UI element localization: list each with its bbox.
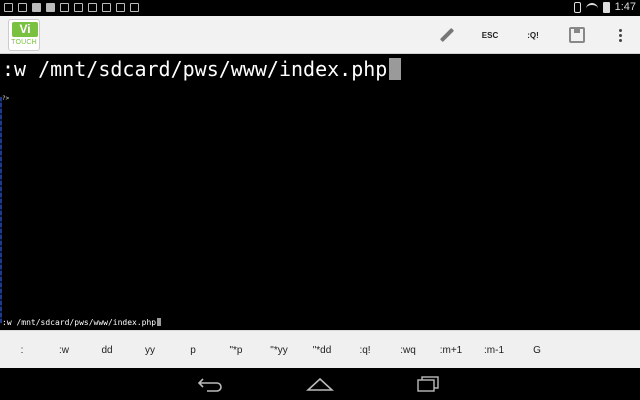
bluetooth-icon xyxy=(573,1,581,13)
recent-apps-button[interactable] xyxy=(408,372,448,396)
check-notification-icon xyxy=(116,3,125,12)
check-notification-icon xyxy=(74,3,83,12)
key-write[interactable]: :w xyxy=(44,331,84,369)
vim-status-line: :w /mnt/sdcard/pws/www/index.php xyxy=(2,318,162,328)
navigation-bar xyxy=(0,368,640,400)
force-quit-button[interactable]: :Q! xyxy=(518,16,548,54)
app-logo-text: TOUCH xyxy=(11,39,37,46)
vim-editor[interactable]: :w /mnt/sdcard/pws/www/index.php ?> :w /… xyxy=(0,55,640,330)
back-icon xyxy=(197,378,222,392)
system-status: 1:47 xyxy=(573,1,636,13)
gallery-notification-icon xyxy=(18,3,27,12)
command-input-line[interactable]: :w /mnt/sdcard/pws/www/index.php xyxy=(2,57,402,81)
key-clipboard-paste[interactable]: "*p xyxy=(216,331,256,369)
more-vertical-icon xyxy=(618,28,622,42)
status-bar: 1:47 xyxy=(0,0,640,16)
wifi-icon xyxy=(585,3,598,11)
status-cursor xyxy=(157,318,162,326)
recent-apps-icon xyxy=(417,376,439,392)
clock: 1:47 xyxy=(614,1,636,13)
photo-notification-icon xyxy=(46,3,55,12)
key-goto-end[interactable]: G xyxy=(517,331,557,369)
file-content-line: ?> xyxy=(2,95,10,102)
key-clipboard-yank[interactable]: "*yy xyxy=(259,331,299,369)
key-colon[interactable]: : xyxy=(2,331,42,369)
notification-icons xyxy=(4,3,139,12)
check-notification-icon xyxy=(102,3,111,12)
action-bar: Vi TOUCH ESC :Q! xyxy=(0,16,640,54)
shortcut-key-bar: : :w dd yy p "*p "*yy "*dd :q! :wq :m+1 … xyxy=(0,330,640,368)
esc-button[interactable]: ESC xyxy=(475,16,505,54)
key-move-down[interactable]: :m+1 xyxy=(431,331,471,369)
google-plus-notification-icon xyxy=(60,3,69,12)
overflow-menu-button[interactable] xyxy=(608,16,632,54)
status-line-text: :w /mnt/sdcard/pws/www/index.php xyxy=(2,318,157,327)
key-move-up[interactable]: :m-1 xyxy=(474,331,514,369)
home-button[interactable] xyxy=(300,372,340,396)
command-text: :w /mnt/sdcard/pws/www/index.php xyxy=(2,57,388,81)
key-paste[interactable]: p xyxy=(173,331,213,369)
image-notification-icon xyxy=(4,3,13,12)
floppy-disk-icon xyxy=(569,27,585,43)
app-logo[interactable]: Vi TOUCH xyxy=(8,19,40,51)
key-force-quit[interactable]: :q! xyxy=(345,331,385,369)
edit-button[interactable] xyxy=(432,16,462,54)
app-logo-mark: Vi xyxy=(12,22,38,37)
key-write-quit[interactable]: :wq xyxy=(388,331,428,369)
home-icon xyxy=(306,377,334,391)
key-delete-line[interactable]: dd xyxy=(87,331,127,369)
pencil-icon xyxy=(439,27,455,43)
photo-notification-icon xyxy=(32,3,41,12)
key-yank-line[interactable]: yy xyxy=(130,331,170,369)
font-notification-icon xyxy=(88,3,97,12)
text-cursor xyxy=(389,58,402,80)
battery-icon xyxy=(602,1,610,13)
back-button[interactable] xyxy=(190,372,230,396)
key-clipboard-delete[interactable]: "*dd xyxy=(302,331,342,369)
save-button[interactable] xyxy=(562,16,592,54)
check-notification-icon xyxy=(130,3,139,12)
line-gutter xyxy=(0,97,2,323)
